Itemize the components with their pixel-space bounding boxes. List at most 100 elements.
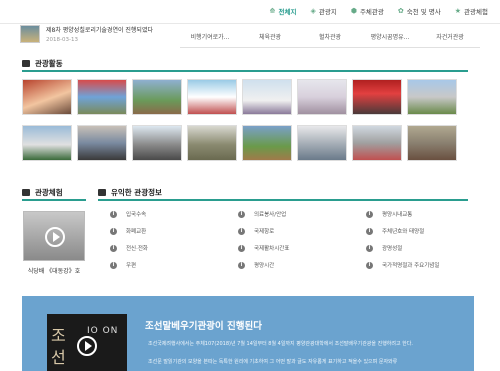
tab-train-tour[interactable]: 혈차관광 — [300, 32, 360, 41]
info-icon: i — [110, 210, 117, 218]
thumb-text: 선 — [51, 348, 66, 367]
pin-icon: ⬢ — [350, 6, 357, 15]
info-link-label: 국가적명절과 주요기념일 — [382, 263, 440, 269]
info-link-label: 전신·전화 — [126, 246, 148, 252]
topnav-lodging[interactable]: ✿ 숙천 및 명사 — [398, 6, 441, 16]
gallery-photo[interactable] — [407, 79, 457, 115]
info-link[interactable]: i 주체년호와 태양절 — [366, 227, 470, 235]
gallery-photo[interactable] — [352, 79, 402, 115]
feature-banner[interactable]: 조 선 IO ON 조선말베우기관광이 진행된다 조선국제려행사에서는 주체10… — [22, 296, 474, 371]
video-camera-icon — [22, 189, 30, 196]
gallery-photo[interactable] — [77, 79, 127, 115]
info-link[interactable]: i 전신·전화 — [110, 244, 238, 252]
info-link-label: 화폐교환 — [126, 229, 147, 235]
info-icon: i — [238, 244, 245, 252]
info-icon: i — [366, 210, 373, 218]
info-link-label: 국제활차시간표 — [254, 246, 290, 252]
play-icon[interactable] — [45, 227, 65, 247]
video-section-title: 관광체험 — [35, 188, 63, 197]
banner-text: 조선국제려행사에서는 주체107(2018)년 7월 14일부터 8월 4일까지… — [148, 341, 413, 347]
info-link[interactable]: i 국제항로 — [238, 227, 366, 235]
gallery-title: 관광활동 — [35, 59, 63, 68]
topnav-label: 숙천 및 명사 — [406, 8, 441, 16]
info-icon: i — [366, 227, 373, 235]
banner-title[interactable]: 조선말베우기관광이 진행된다 — [145, 318, 262, 332]
gallery-photo[interactable] — [352, 125, 402, 161]
video-thumbnail[interactable] — [23, 211, 85, 261]
book-icon — [98, 189, 106, 196]
gallery-photo[interactable] — [132, 79, 182, 115]
gallery-photo[interactable] — [242, 79, 292, 115]
top-nav: ⟰ 전체지 ◈ 관광지 ⬢ 주체관광 ✿ 숙천 및 명사 ★ 관광체험 — [270, 6, 488, 16]
tab-divider — [180, 47, 480, 48]
info-link[interactable]: i 입국수속 — [110, 210, 238, 218]
gallery-photo[interactable] — [187, 125, 237, 161]
info-link[interactable]: i 의료봉사/안업 — [238, 210, 366, 218]
lock-icon: ✿ — [397, 6, 404, 15]
play-icon[interactable] — [77, 336, 97, 356]
photo-gallery — [22, 79, 462, 161]
tab-flight-tour[interactable]: 비행기여로가... — [180, 32, 240, 41]
info-link[interactable]: i 평양시간 — [238, 261, 366, 269]
topnav-label: 전체지 — [278, 8, 297, 16]
info-link-label: 평양시간 — [254, 263, 275, 269]
banner-video-thumbnail[interactable]: 조 선 IO ON — [47, 314, 127, 371]
news-title[interactable]: 제8차 평양성칠로리기술경연이 진행되였다 — [46, 25, 153, 34]
star-icon: ★ — [454, 6, 462, 15]
info-link[interactable]: i 평양시내교통 — [366, 210, 470, 218]
gallery-photo[interactable] — [242, 125, 292, 161]
info-link[interactable]: i 우편 — [110, 261, 238, 269]
gallery-photo[interactable] — [22, 79, 72, 115]
topnav-theme-tours[interactable]: ⬢ 주체관광 — [351, 6, 384, 16]
info-icon: i — [366, 244, 373, 252]
topnav-experience[interactable]: ★ 관광체험 — [455, 6, 488, 16]
info-link[interactable]: i 화폐교환 — [110, 227, 238, 235]
thumb-text: 조 — [51, 326, 66, 345]
info-section-title: 유익한 관광정보 — [111, 188, 162, 197]
gallery-photo[interactable] — [22, 125, 72, 161]
info-icon: i — [110, 261, 117, 269]
info-icon: i — [366, 261, 373, 269]
tab-bicycle-tour[interactable]: 자건거관광 — [420, 32, 480, 41]
gallery-photo[interactable] — [187, 79, 237, 115]
top-bar: ⟰ 전체지 ◈ 관광지 ⬢ 주체관광 ✿ 숙천 및 명사 ★ 관광체험 — [0, 0, 500, 24]
info-link-label: 입국수속 — [126, 212, 147, 218]
info-icon: i — [110, 244, 117, 252]
topnav-tourist-sites[interactable]: ◈ 관광지 — [310, 6, 336, 16]
info-link-label: 우편 — [126, 263, 137, 269]
banner-text: 조선문 말읽기관의 모양을 본따는 독특한 원리에 기초하여 그 어떤 말과 글… — [148, 359, 398, 365]
info-link[interactable]: i 국가적명절과 주요기념일 — [366, 261, 470, 269]
info-icon: i — [238, 210, 245, 218]
info-links: i 입국수속 i 의료봉사/안업 i 평양시내교통 i 화폐교환 i 국제항로 i 주체년호… — [110, 210, 470, 269]
info-underline — [98, 199, 468, 201]
gallery-photo[interactable] — [132, 125, 182, 161]
info-link-label: 의료봉사/안업 — [254, 212, 287, 218]
topnav-all[interactable]: ⟰ 전체지 — [270, 6, 297, 16]
topnav-label: 관광체험 — [464, 8, 488, 16]
news-item[interactable]: 제8차 평양성칠로리기술경연이 진행되였다 2018-03-13 — [20, 22, 180, 48]
thumb-text: IO ON — [87, 326, 119, 336]
gallery-photo[interactable] — [297, 125, 347, 161]
info-icon: i — [110, 227, 117, 235]
gallery-photo[interactable] — [77, 125, 127, 161]
info-link[interactable]: i 국제활차시간표 — [238, 244, 366, 252]
tab-pyongyang-tour[interactable]: 평양시꿈명유... — [360, 32, 420, 41]
gallery-photo[interactable] — [297, 79, 347, 115]
info-icon: i — [238, 261, 245, 269]
tab-sports-tour[interactable]: 체육관광 — [240, 32, 300, 41]
news-date: 2018-03-13 — [46, 37, 78, 43]
video-caption[interactable]: 식당배 《대동강》호 — [23, 266, 85, 275]
home-icon: ⟰ — [269, 6, 276, 15]
diamond-icon: ◈ — [310, 6, 316, 15]
info-link-label: 국제항로 — [254, 229, 275, 235]
info-link[interactable]: i 광명성절 — [366, 244, 470, 252]
info-header: 유익한 관광정보 — [98, 187, 162, 198]
gallery-underline — [22, 70, 468, 72]
category-tabs: 비행기여로가... 체육관광 혈차관광 평양시꿈명유... 자건거관광 — [180, 32, 480, 41]
gallery-header: 관광활동 — [22, 58, 63, 69]
gallery-photo[interactable] — [407, 125, 457, 161]
info-link-label: 광명성절 — [382, 246, 403, 252]
topnav-label: 주체관광 — [359, 8, 384, 16]
info-link-label: 평양시내교통 — [382, 212, 413, 218]
info-link-label: 주체년호와 태양절 — [382, 229, 425, 235]
